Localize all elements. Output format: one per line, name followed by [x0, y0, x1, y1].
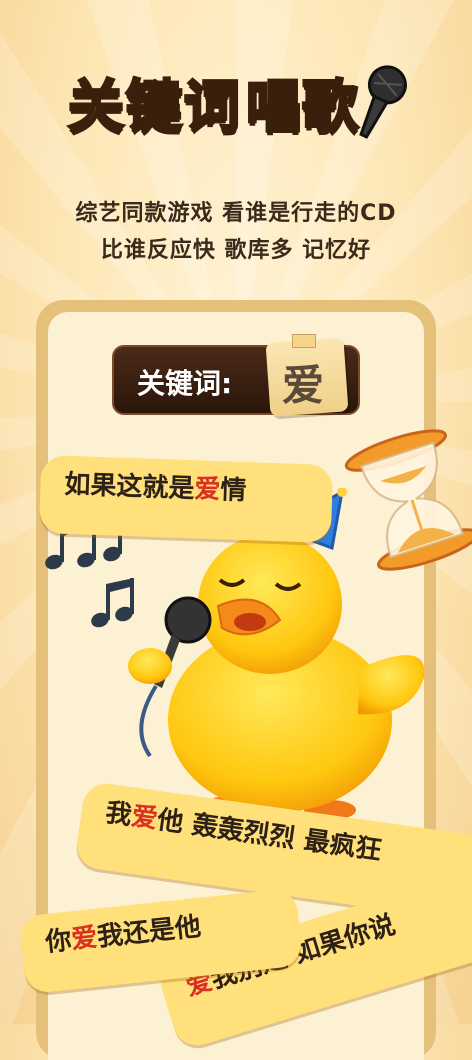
subtitle-line1: 综艺同款游戏 看谁是行走的CD [75, 201, 397, 226]
lyric-1-post: 情 [219, 475, 247, 507]
app-title: 关键词 唱歌 [0, 62, 472, 143]
keyword-word: 爱 [282, 361, 325, 410]
lyric-1-pre: 如果这就是 [63, 469, 195, 505]
lyric-1-keyword: 爱 [193, 474, 221, 506]
lyric-3-pre: 你 [44, 925, 74, 958]
lyric-3-keyword: 爱 [69, 922, 99, 956]
tape-decoration [292, 334, 316, 348]
keyword-label: 关键词: [137, 367, 233, 400]
subtitle-line2: 比谁反应快 歌库多 记忆好 [100, 238, 372, 263]
title-part2: 唱歌 [245, 74, 360, 142]
lyric-bubble-1: 如果这就是爱情 [38, 454, 334, 544]
title-part1: 关键词 [67, 74, 242, 142]
lyric-3-post: 我还是他 [95, 911, 203, 953]
